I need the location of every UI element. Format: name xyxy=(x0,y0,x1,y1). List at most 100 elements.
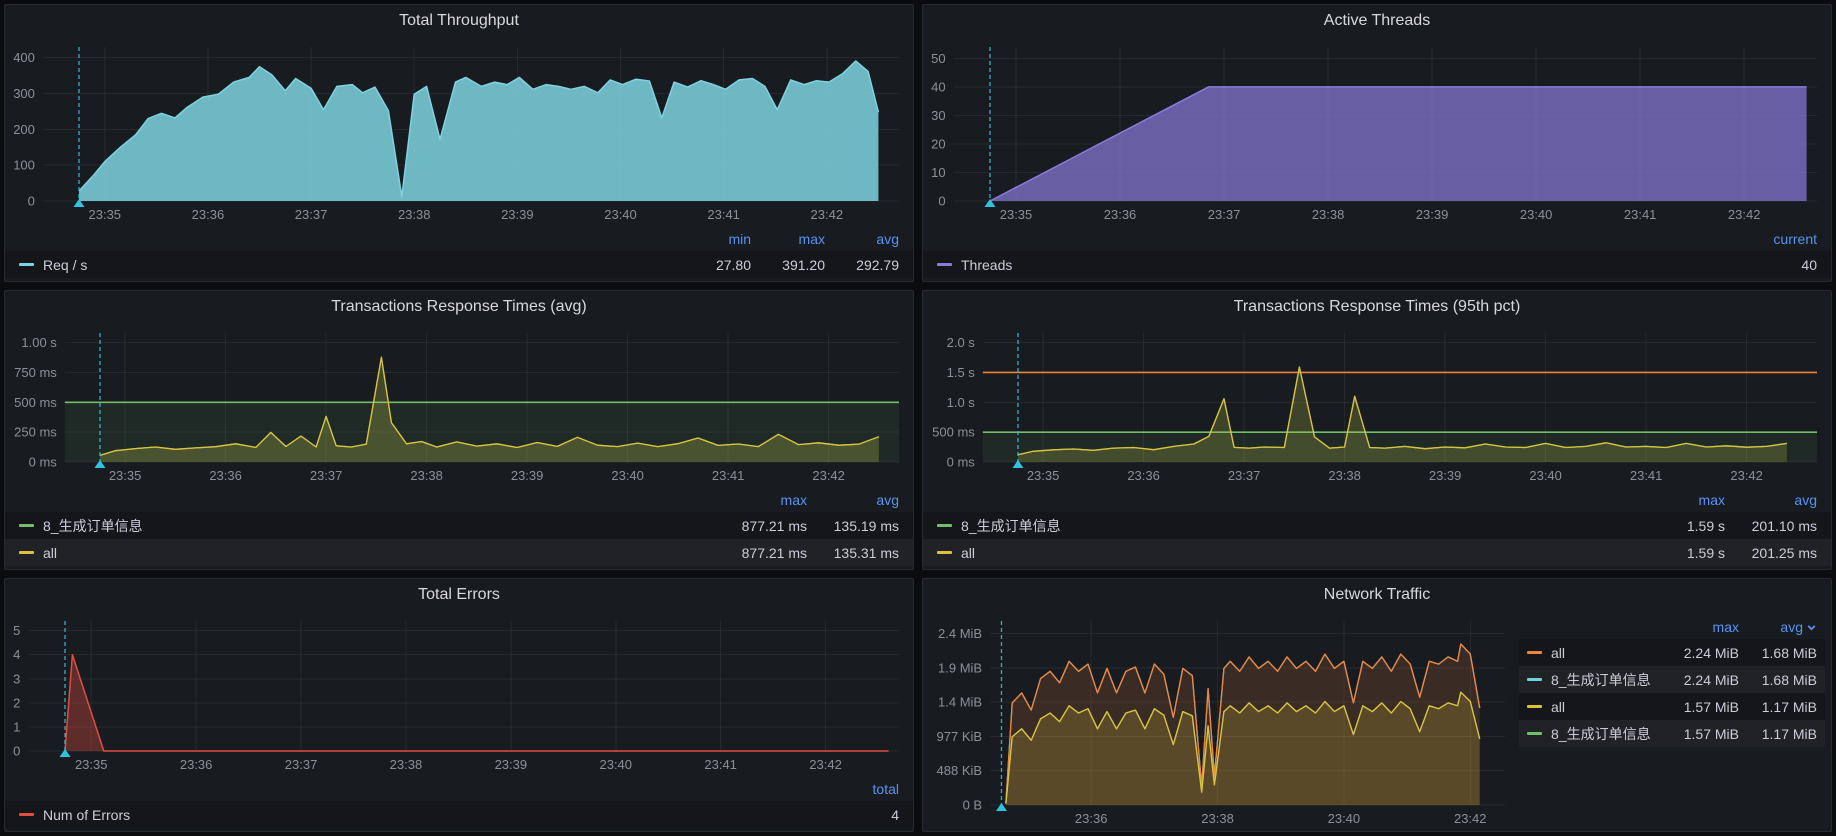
errors-legend: total Num of Errors 4 xyxy=(5,777,913,831)
svg-text:23:38: 23:38 xyxy=(1201,811,1234,826)
svg-text:23:40: 23:40 xyxy=(604,207,637,222)
stat-avg: 135.19 ms xyxy=(807,518,899,534)
throughput-chart[interactable]: 23:3523:3623:3723:3823:3923:4023:4123:42… xyxy=(5,37,913,227)
svg-text:23:38: 23:38 xyxy=(390,757,423,772)
svg-text:23:41: 23:41 xyxy=(1630,468,1663,483)
response-avg-legend: max avg 8_生成订单信息 877.21 ms 135.19 ms all xyxy=(5,488,913,569)
threads-chart[interactable]: 23:3523:3623:3723:3823:3923:4023:4123:42… xyxy=(923,37,1831,227)
legend-header-max[interactable]: max xyxy=(751,231,825,247)
series-toggle[interactable]: 8_生成订单信息 xyxy=(937,516,1633,536)
svg-text:23:42: 23:42 xyxy=(809,757,842,772)
panel-title[interactable]: Network Traffic xyxy=(923,579,1831,611)
svg-text:23:37: 23:37 xyxy=(1208,207,1241,222)
series-marker xyxy=(937,551,952,554)
legend-row: Req / s 27.80 391.20 292.79 xyxy=(5,251,913,278)
panel-title[interactable]: Active Threads xyxy=(923,5,1831,37)
panel-title[interactable]: Transactions Response Times (95th pct) xyxy=(923,291,1831,323)
series-marker xyxy=(19,263,34,266)
stat-max: 1.57 MiB xyxy=(1661,726,1739,742)
svg-text:23:35: 23:35 xyxy=(89,207,122,222)
legend-header-max[interactable]: max xyxy=(1661,619,1739,635)
svg-text:300: 300 xyxy=(13,86,35,101)
legend-header-max[interactable]: max xyxy=(1633,492,1725,508)
legend-header-max[interactable]: max xyxy=(715,492,807,508)
legend-row: 8_生成订单信息 877.21 ms 135.19 ms xyxy=(5,512,913,539)
series-label: Threads xyxy=(961,257,1012,273)
legend-row: 8_生成订单信息 2.24 MiB 1.68 MiB xyxy=(1519,666,1825,693)
svg-text:23:42: 23:42 xyxy=(812,468,845,483)
svg-text:10: 10 xyxy=(931,165,945,180)
network-chart[interactable]: 23:3623:3823:4023:420 B488 KiB977 KiB1.4… xyxy=(923,611,1519,831)
legend-header-avg[interactable]: avg xyxy=(1725,492,1817,508)
errors-chart[interactable]: 23:3523:3623:3723:3823:3923:4023:4123:42… xyxy=(5,611,913,777)
panel-network-traffic: Network Traffic 23:3623:3823:4023:420 B4… xyxy=(922,578,1832,832)
stat-max: 1.59 s xyxy=(1633,545,1725,561)
svg-text:23:38: 23:38 xyxy=(398,207,431,222)
svg-text:750 ms: 750 ms xyxy=(14,365,57,380)
svg-text:23:42: 23:42 xyxy=(811,207,844,222)
panel-title[interactable]: Total Throughput xyxy=(5,5,913,37)
grafana-dashboard: Total Throughput 23:3523:3623:3723:3823:… xyxy=(0,0,1836,836)
svg-text:23:40: 23:40 xyxy=(611,468,644,483)
panel-title[interactable]: Total Errors xyxy=(5,579,913,611)
svg-text:500 ms: 500 ms xyxy=(932,425,975,440)
series-marker xyxy=(937,263,952,266)
svg-text:23:37: 23:37 xyxy=(285,757,318,772)
svg-text:5: 5 xyxy=(13,623,20,638)
response-95pct-chart[interactable]: 23:3523:3623:3723:3823:3923:4023:4123:42… xyxy=(923,323,1831,488)
svg-text:50: 50 xyxy=(931,51,945,66)
svg-text:1.00 s: 1.00 s xyxy=(21,335,57,350)
stat-current: 40 xyxy=(1725,257,1817,273)
legend-row: all 2.24 MiB 1.68 MiB xyxy=(1519,639,1825,666)
stat-avg: 292.79 xyxy=(825,257,899,273)
svg-text:23:40: 23:40 xyxy=(1529,468,1562,483)
stat-avg: 1.68 MiB xyxy=(1739,645,1817,661)
svg-text:23:42: 23:42 xyxy=(1730,468,1763,483)
series-toggle[interactable]: Req / s xyxy=(19,257,677,273)
svg-text:23:36: 23:36 xyxy=(1104,207,1137,222)
svg-text:23:35: 23:35 xyxy=(1027,468,1060,483)
series-toggle[interactable]: all xyxy=(19,545,715,561)
series-toggle[interactable]: all xyxy=(1527,699,1661,715)
svg-text:100: 100 xyxy=(13,158,35,173)
series-label: 8_生成订单信息 xyxy=(43,516,143,536)
response-avg-chart[interactable]: 23:3523:3623:3723:3823:3923:4023:4123:42… xyxy=(5,323,913,488)
svg-text:2: 2 xyxy=(13,695,20,710)
stat-avg: 1.68 MiB xyxy=(1739,672,1817,688)
series-marker xyxy=(1527,705,1542,708)
series-label: all xyxy=(961,545,975,561)
stat-max: 2.24 MiB xyxy=(1661,672,1739,688)
svg-text:0 ms: 0 ms xyxy=(29,455,58,470)
series-toggle[interactable]: 8_生成订单信息 xyxy=(1527,670,1661,690)
series-toggle[interactable]: all xyxy=(937,545,1633,561)
series-toggle[interactable]: 8_生成订单信息 xyxy=(1527,724,1661,744)
svg-text:200: 200 xyxy=(13,122,35,137)
svg-text:23:39: 23:39 xyxy=(495,757,528,772)
panel-response-times-95pct: Transactions Response Times (95th pct) 2… xyxy=(922,290,1832,570)
network-legend: max avg all 2.24 MiB 1.68 MiB xyxy=(1519,611,1831,831)
legend-header-current[interactable]: current xyxy=(1725,231,1817,247)
svg-text:23:37: 23:37 xyxy=(295,207,328,222)
svg-text:23:35: 23:35 xyxy=(1000,207,1033,222)
svg-text:500 ms: 500 ms xyxy=(14,395,57,410)
legend-header-avg[interactable]: avg xyxy=(825,231,899,247)
legend-row: 8_生成订单信息 1.59 s 201.10 ms xyxy=(923,512,1831,539)
svg-text:23:37: 23:37 xyxy=(1228,468,1261,483)
legend-header-avg[interactable]: avg xyxy=(807,492,899,508)
legend-headers: current xyxy=(923,227,1831,251)
svg-text:977 KiB: 977 KiB xyxy=(937,729,983,744)
series-toggle[interactable]: Threads xyxy=(937,257,1725,273)
series-toggle[interactable]: all xyxy=(1527,645,1661,661)
stat-avg: 201.10 ms xyxy=(1725,518,1817,534)
series-toggle[interactable]: 8_生成订单信息 xyxy=(19,516,715,536)
legend-header-total[interactable]: total xyxy=(807,781,899,797)
panel-title[interactable]: Transactions Response Times (avg) xyxy=(5,291,913,323)
series-label: Req / s xyxy=(43,257,87,273)
series-toggle[interactable]: Num of Errors xyxy=(19,807,807,823)
legend-header-min[interactable]: min xyxy=(677,231,751,247)
stat-max: 1.59 s xyxy=(1633,518,1725,534)
svg-text:23:36: 23:36 xyxy=(180,757,213,772)
stat-max: 877.21 ms xyxy=(715,545,807,561)
series-marker xyxy=(19,551,34,554)
legend-header-avg[interactable]: avg xyxy=(1739,619,1817,635)
